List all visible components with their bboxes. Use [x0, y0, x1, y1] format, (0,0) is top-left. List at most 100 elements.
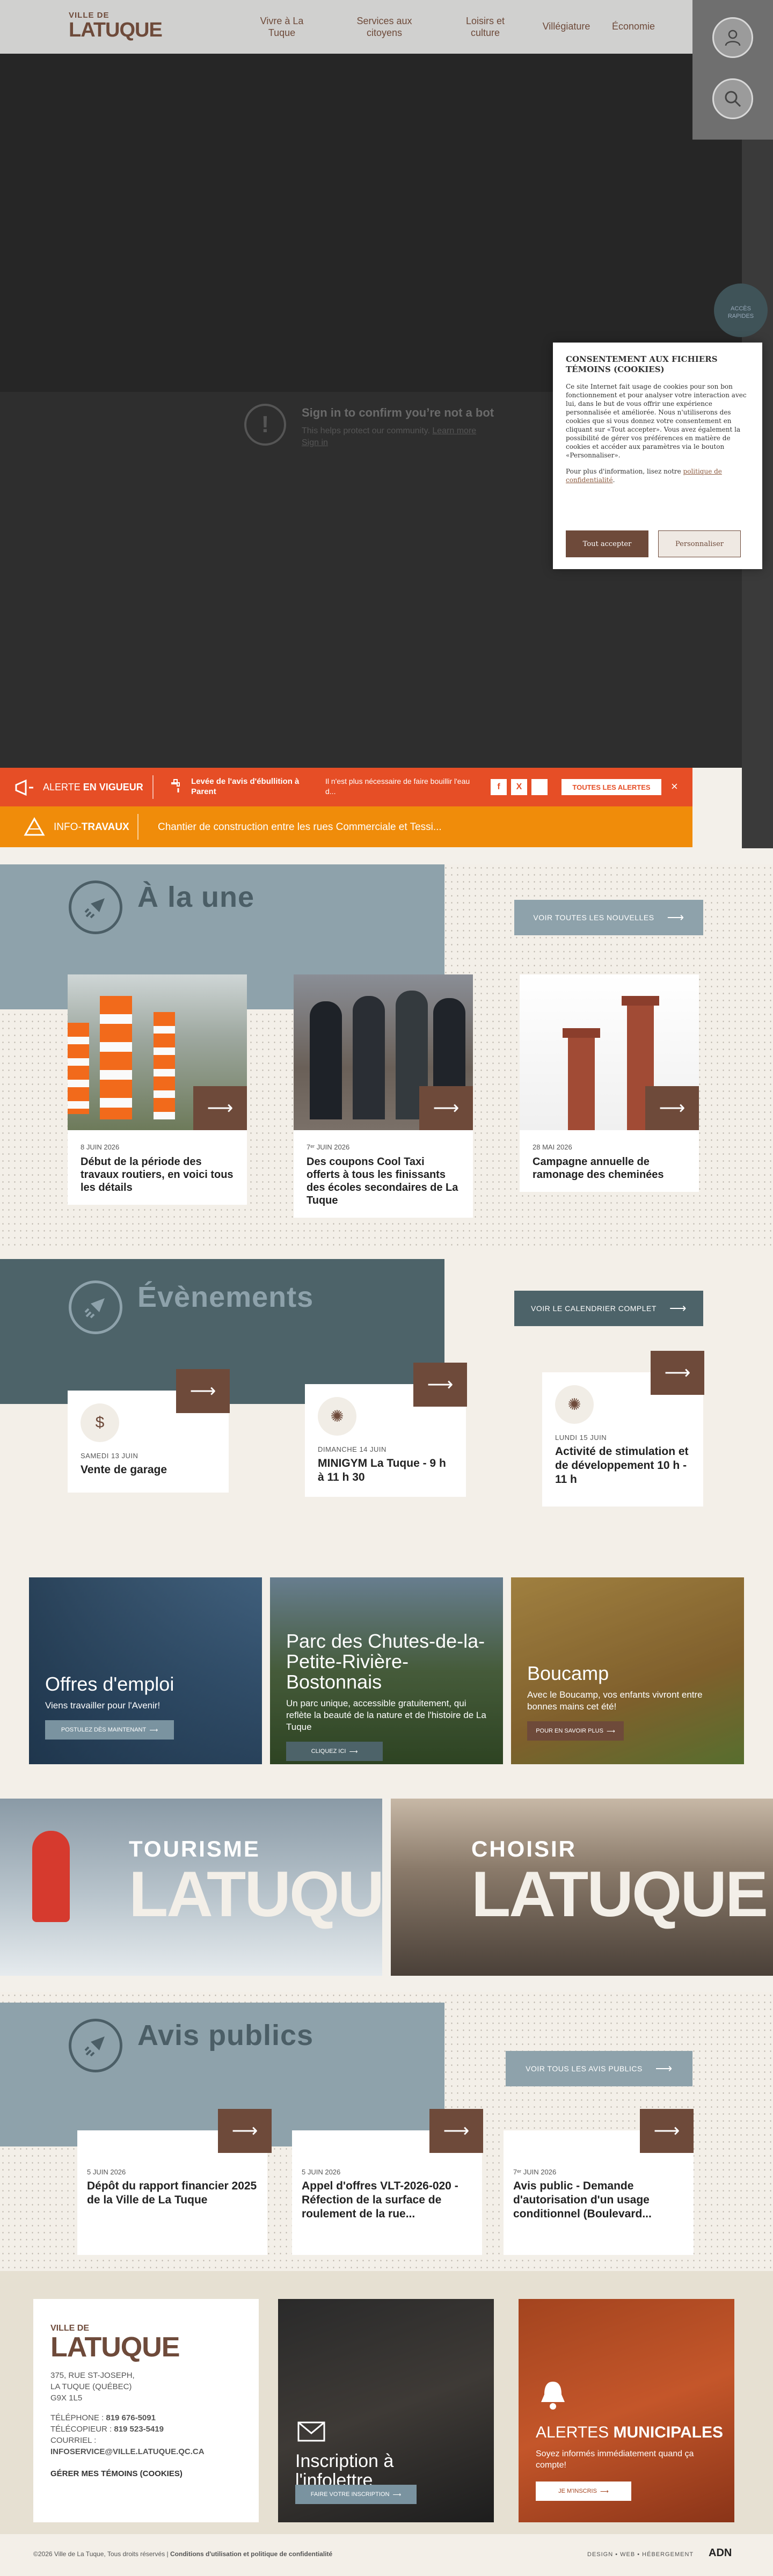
event-arrow-button[interactable]: ⟶	[176, 1369, 230, 1413]
activity-icon: ✺	[555, 1385, 594, 1424]
customize-button[interactable]: Personnaliser	[658, 530, 741, 557]
skier-figure	[32, 1831, 70, 1922]
municipal-alerts-card[interactable]: ALERTES MUNICIPALES Soyez informés imméd…	[519, 2299, 734, 2522]
alerts-signup-button[interactable]: JE M'INSCRIS ⟶	[536, 2482, 631, 2501]
promo-button[interactable]: POSTULEZ DÈS MAINTENANT ⟶	[45, 1720, 174, 1740]
footer-address: 375, RUE ST-JOSEPH, LA TUQUE (QUÉBEC) G9X …	[50, 2371, 135, 2403]
promo-button[interactable]: CLIQUEZ ICI ⟶	[286, 1742, 383, 1761]
travaux-label: INFO-TRAVAUX	[54, 821, 129, 833]
cookie-more: Pour plus d'information, lisez notre pol…	[566, 468, 722, 484]
facebook-share-button[interactable]: f	[491, 779, 507, 795]
cookie-body: Ce site Internet fait usage de cookies p…	[566, 383, 747, 459]
travaux-text[interactable]: Chantier de construction entre les rues …	[158, 821, 442, 833]
email-link[interactable]: INFOSERVICE@VILLE.LATUQUE.QC.CA	[50, 2447, 205, 2456]
cookie-title: CONSENTEMENT AUX FICHIERS TÉMOINS (COOKI…	[566, 354, 718, 374]
news-section-title: À la une	[137, 881, 255, 913]
terms-link[interactable]: Conditions d'utilisation et politique de…	[170, 2550, 332, 2558]
tourism-banner[interactable]: TOURISME LATUQUE	[0, 1799, 382, 1976]
search-icon	[725, 91, 741, 107]
arrow-right-icon[interactable]: ⟶	[193, 1086, 247, 1130]
news-card[interactable]: ⟶ 28 MAI 2026 Campagne annuelle de ramon…	[520, 974, 699, 1192]
search-button[interactable]	[712, 78, 753, 119]
site-logo[interactable]: VILLE DE LATUQUE	[69, 11, 163, 43]
all-avis-button[interactable]: VOIR TOUS LES AVIS PUBLICS ⟶	[506, 2051, 692, 2086]
avis-arrow-button[interactable]: ⟶	[429, 2109, 483, 2153]
events-section-title: Évènements	[137, 1281, 314, 1313]
avis-arrow-button[interactable]: ⟶	[218, 2109, 272, 2153]
promo-desc: Viens travailler pour l'Avenir!	[45, 1700, 161, 1711]
credits: DESIGN • WEB • HÉBERGEMENT	[587, 2551, 694, 2558]
quick-access-button[interactable]: ACCÈS RAPIDES	[714, 283, 768, 337]
alert-title[interactable]: Levée de l'avis d'ébullition à Parent	[191, 776, 309, 797]
promo-title: Parc des Chutes-de-la-Petite-Rivière-Bos…	[286, 1630, 485, 1693]
learn-more-link[interactable]: Learn more	[432, 426, 476, 435]
news-card-title: Des coupons Cool Taxi offerts à tous les…	[307, 1156, 458, 1206]
nav-vivre[interactable]: Vivre à La Tuque	[252, 15, 311, 39]
travaux-divider	[137, 814, 138, 840]
activity-icon: ✺	[318, 1397, 356, 1436]
avis-arrow-button[interactable]: ⟶	[640, 2109, 694, 2153]
alert-description: Il n'est plus nécessaire de faire bouill…	[325, 777, 470, 796]
nav-villegiature[interactable]: Villégiature	[537, 20, 596, 32]
event-arrow-button[interactable]: ⟶	[651, 1351, 704, 1395]
newsletter-card[interactable]: Inscription à l'infolettre FAIRE VOTRE I…	[278, 2299, 494, 2522]
news-card-title: Début de la période des travaux routiers…	[81, 1156, 234, 1194]
phone-link[interactable]: 819 676-5091	[106, 2413, 156, 2422]
nav-economie[interactable]: Économie	[607, 20, 660, 32]
footer-contact: TÉLÉPHONE : 819 676-5091 TÉLÉCOPIEUR : 8…	[50, 2413, 205, 2456]
alerts-title: ALERTES MUNICIPALES	[536, 2424, 723, 2441]
rocket-icon	[69, 881, 122, 934]
all-alerts-button[interactable]: TOUTES LES ALERTES	[561, 779, 661, 795]
x-icon: X	[516, 782, 522, 791]
newsletter-button[interactable]: FAIRE VOTRE INSCRIPTION ⟶	[295, 2485, 417, 2504]
promo-parc[interactable]: Parc des Chutes-de-la-Petite-Rivière-Bos…	[270, 1577, 503, 1764]
alert-divider	[152, 775, 154, 799]
choisir-banner[interactable]: CHOISIR LATUQUE	[391, 1799, 773, 1976]
bot-title: Sign in to confirm you’re not a bot	[302, 406, 494, 419]
site-header: VILLE DE LATUQUE Vivre à La Tuque Service…	[0, 0, 742, 54]
dollar-icon: $	[81, 1403, 119, 1442]
rocket-icon	[69, 2019, 122, 2072]
footer-contact-card: VILLE DE LATUQUE 375, RUE ST-JOSEPH, LA T…	[33, 2299, 259, 2522]
news-card[interactable]: ⟶ 8 JUIN 2026 Début de la période des tr…	[68, 974, 247, 1205]
user-icon	[725, 30, 741, 46]
promo-boucamp[interactable]: Boucamp Avec le Boucamp, vos enfants viv…	[511, 1577, 744, 1764]
bell-icon	[541, 2382, 565, 2410]
news-card-title: Campagne annuelle de ramonage des chemin…	[533, 1156, 664, 1181]
envelope-icon	[297, 2421, 325, 2442]
faucet-icon	[171, 779, 180, 792]
news-image-roadwork: ⟶	[68, 974, 247, 1130]
header-side-rail	[692, 0, 773, 140]
event-arrow-button[interactable]: ⟶	[413, 1363, 467, 1407]
warning-icon: !	[244, 404, 286, 446]
info-travaux-bar: INFO-TRAVAUX Chantier de construction en…	[0, 806, 692, 847]
accept-all-button[interactable]: Tout accepter	[566, 530, 648, 557]
arrow-right-icon[interactable]: ⟶	[419, 1086, 473, 1130]
bot-subtitle: This helps protect our community. Learn …	[302, 426, 477, 447]
arrow-right-icon[interactable]: ⟶	[645, 1086, 699, 1130]
promo-button[interactable]: POUR EN SAVOIR PLUS ⟶	[527, 1721, 624, 1741]
share-button[interactable]	[531, 779, 548, 795]
promo-desc: Avec le Boucamp, vos enfants vivront ent…	[527, 1690, 703, 1712]
footer-logo[interactable]: VILLE DE LATUQUE	[50, 2324, 242, 2361]
all-news-button[interactable]: VOIR TOUTES LES NOUVELLES ⟶	[514, 900, 703, 935]
promo-desc: Un parc unique, accessible gratuitement,…	[286, 1698, 486, 1732]
news-card[interactable]: ⟶ 7ᵉʳ JUIN 2026 Des coupons Cool Taxi of…	[294, 974, 473, 1218]
sign-in-link[interactable]: Sign in	[302, 438, 328, 447]
avis-section-title: Avis publics	[137, 2019, 314, 2051]
nav-loisirs[interactable]: Loisirs et culture	[457, 15, 513, 39]
footer-bottom: ©2026 Ville de La Tuque, Tous droits rés…	[0, 2534, 773, 2576]
alert-label: ALERTE EN VIGUEUR	[43, 782, 143, 792]
alerts-desc: Soyez informés immédiatement quand ça co…	[536, 2449, 694, 2470]
x-share-button[interactable]: X	[511, 779, 527, 795]
nav-services[interactable]: Services aux citoyens	[350, 15, 419, 39]
account-button[interactable]	[712, 17, 753, 58]
megaphone-icon	[15, 779, 33, 796]
promo-title: Offres d'emploi	[45, 1673, 174, 1695]
close-alert-button[interactable]: ×	[671, 780, 678, 794]
manage-cookies-link[interactable]: GÉRER MES TÉMOINS (COOKIES)	[50, 2469, 242, 2478]
agency-logo[interactable]: ADN	[709, 2547, 732, 2559]
full-calendar-button[interactable]: VOIR LE CALENDRIER COMPLET ⟶	[514, 1291, 703, 1326]
copyright: ©2026 Ville de La Tuque, Tous droits rés…	[33, 2550, 333, 2558]
promo-jobs[interactable]: Offres d'emploi Viens travailler pour l'…	[29, 1577, 262, 1764]
